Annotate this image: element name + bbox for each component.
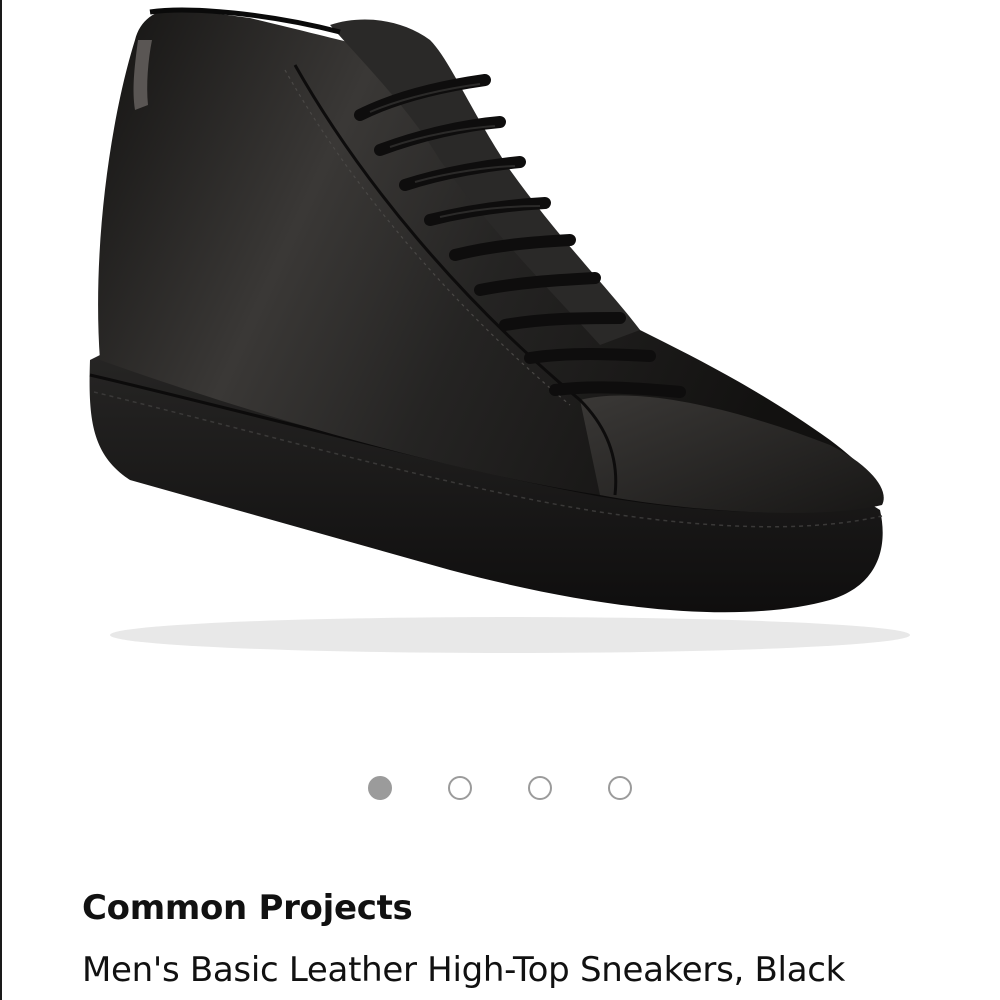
left-edge-divider bbox=[0, 0, 2, 1000]
sneaker-image bbox=[89, 7, 910, 653]
carousel-dot-4[interactable] bbox=[608, 776, 632, 800]
carousel-dot-1[interactable] bbox=[368, 776, 392, 800]
product-title: Men's Basic Leather High-Top Sneakers, B… bbox=[82, 950, 846, 990]
product-brand[interactable]: Common Projects bbox=[82, 888, 413, 928]
image-carousel-pager bbox=[0, 776, 1000, 804]
product-image[interactable] bbox=[40, 0, 940, 700]
carousel-dot-3[interactable] bbox=[528, 776, 552, 800]
carousel-dot-2[interactable] bbox=[448, 776, 472, 800]
